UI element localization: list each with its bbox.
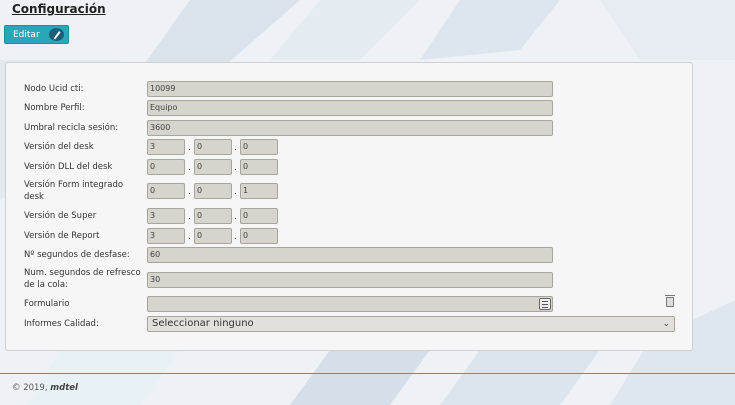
pencil-icon: [49, 28, 64, 41]
desk-version-minor[interactable]: 0: [194, 139, 232, 155]
footer-copyright: © 2019,: [12, 383, 48, 393]
super-version-minor[interactable]: 0: [194, 208, 232, 224]
dll-version-label: Versión DLL del desk: [24, 162, 113, 172]
informes-select-value: Seleccionar ninguno: [152, 318, 254, 329]
chevron-down-icon: ⌄: [662, 319, 670, 329]
list-icon[interactable]: [539, 298, 551, 310]
separator-dot: .: [234, 212, 237, 222]
refresco-field[interactable]: 30: [147, 272, 553, 288]
footer-brand: mdtel: [50, 383, 78, 393]
umbral-field[interactable]: 3600: [147, 120, 553, 136]
report-version-minor[interactable]: 0: [194, 228, 232, 244]
report-version-patch[interactable]: 0: [240, 228, 278, 244]
umbral-label: Umbral recicla sesión:: [24, 123, 119, 133]
formulario-field[interactable]: [147, 296, 553, 312]
nodo-field[interactable]: 10099: [147, 81, 553, 97]
dll-version-patch[interactable]: 0: [240, 159, 278, 175]
separator-dot: .: [234, 232, 237, 242]
report-version-major[interactable]: 3: [147, 228, 185, 244]
form-version-major[interactable]: 0: [147, 183, 185, 199]
edit-button-label: Editar: [13, 29, 40, 40]
separator-dot: .: [188, 187, 191, 197]
footer-divider: [0, 373, 735, 374]
perfil-field[interactable]: Equipo: [147, 100, 553, 116]
footer: © 2019, mdtel: [12, 383, 78, 393]
form-version-minor[interactable]: 0: [194, 183, 232, 199]
page-title: Configuración: [12, 2, 106, 16]
edit-button[interactable]: Editar: [4, 25, 69, 44]
super-version-major[interactable]: 3: [147, 208, 185, 224]
informes-label: Informes Calidad:: [24, 319, 99, 329]
desfase-label: Nº segundos de desfase:: [24, 250, 130, 260]
separator-dot: .: [234, 143, 237, 153]
refresco-label: Num. segundos de refresco de la cola:: [24, 268, 141, 290]
informes-select[interactable]: Seleccionar ninguno ⌄: [147, 316, 675, 332]
report-version-label: Versión de Report: [24, 231, 100, 241]
perfil-label: Nombre Perfil:: [24, 103, 85, 113]
config-form-panel: Nodo Ucid cti: 10099 Nombre Perfil: Equi…: [5, 62, 693, 351]
separator-dot: .: [234, 187, 237, 197]
super-version-patch[interactable]: 0: [240, 208, 278, 224]
desk-version-major[interactable]: 3: [147, 139, 185, 155]
separator-dot: .: [188, 143, 191, 153]
dll-version-major[interactable]: 0: [147, 159, 185, 175]
form-version-patch[interactable]: 1: [240, 183, 278, 199]
dll-version-minor[interactable]: 0: [194, 159, 232, 175]
nodo-label: Nodo Ucid cti:: [24, 84, 84, 94]
separator-dot: .: [188, 163, 191, 173]
separator-dot: .: [188, 212, 191, 222]
formulario-label: Formulario: [24, 299, 70, 309]
form-version-label: Versión Form integrado desk: [24, 180, 124, 202]
separator-dot: .: [234, 163, 237, 173]
trash-icon[interactable]: [665, 295, 675, 307]
desk-version-patch[interactable]: 0: [240, 139, 278, 155]
desfase-field[interactable]: 60: [147, 247, 553, 263]
super-version-label: Versión de Super: [24, 211, 97, 221]
separator-dot: .: [188, 232, 191, 242]
desk-version-label: Versión del desk: [24, 142, 94, 152]
